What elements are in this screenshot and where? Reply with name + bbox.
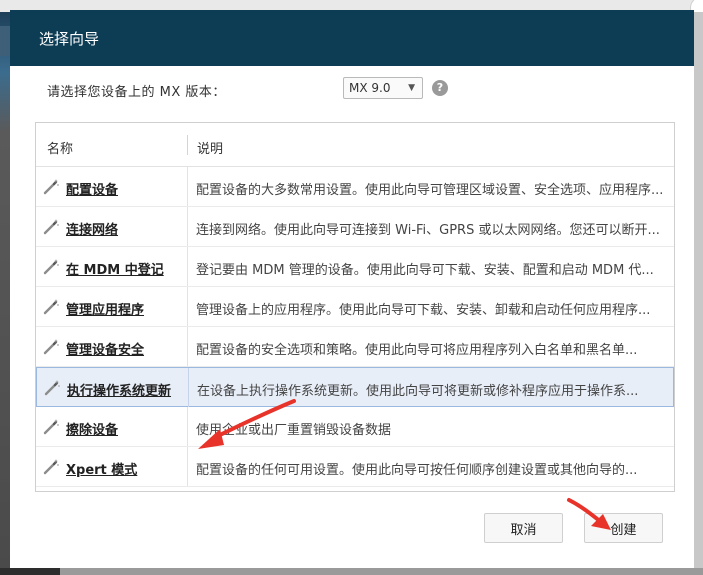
background-window-strip bbox=[0, 26, 10, 56]
magic-wand-icon bbox=[43, 259, 59, 275]
version-row: 请选择您设备上的 MX 版本： MX 9.0 ▼ ? bbox=[10, 76, 694, 102]
wizard-row[interactable]: 连接网络 连接到网络。使用此向导可连接到 Wi-Fi、GPRS 或以太网网络。您还… bbox=[36, 207, 674, 247]
version-label: 请选择您设备上的 MX 版本： bbox=[47, 85, 226, 100]
wizard-description: 连接到网络。使用此向导可连接到 Wi-Fi、GPRS 或以太网网络。您还可以断开… bbox=[196, 223, 660, 238]
wizard-description: 使用企业或出厂重置销毁设备数据 bbox=[196, 423, 392, 438]
wizard-row[interactable]: 管理应用程序 管理设备上的应用程序。使用此向导可下载、安装、卸载和启动任何应用程序… bbox=[36, 287, 674, 327]
column-divider bbox=[187, 287, 188, 326]
magic-wand-icon bbox=[43, 219, 59, 235]
wizard-name-link[interactable]: 执行操作系统更新 bbox=[67, 380, 185, 399]
cancel-button[interactable]: 取消 bbox=[484, 513, 563, 543]
background-window-bottom-dark bbox=[0, 568, 60, 575]
dialog-titlebar: 选择向导 bbox=[10, 10, 694, 66]
wizard-row[interactable]: 擦除设备 使用企业或出厂重置销毁设备数据 bbox=[36, 407, 674, 447]
column-header-description[interactable]: 说明 bbox=[197, 138, 223, 157]
wizard-name-link[interactable]: 连接网络 bbox=[66, 219, 184, 238]
background-window-bottom bbox=[60, 568, 703, 575]
wizard-row[interactable]: 管理设备安全 配置设备的安全选项和策略。使用此向导可将应用程序列入白名单和黑名单.… bbox=[36, 327, 674, 367]
chevron-down-icon: ▼ bbox=[408, 83, 415, 93]
column-divider bbox=[187, 447, 188, 486]
magic-wand-icon bbox=[43, 339, 59, 355]
wizard-row[interactable]: 执行操作系统更新 在设备上执行操作系统更新。使用此向导可将更新或修补程序应用于操作… bbox=[36, 367, 674, 407]
magic-wand-icon bbox=[43, 419, 59, 435]
wizard-name-link[interactable]: Xpert 模式 bbox=[66, 459, 184, 478]
wizard-row[interactable]: Xpert 模式 配置设备的任何可用设置。使用此向导可按任何顺序创建设置或其他向导… bbox=[36, 447, 674, 487]
magic-wand-icon bbox=[43, 299, 59, 315]
column-divider bbox=[187, 135, 188, 155]
wizard-name-link[interactable]: 在 MDM 中登记 bbox=[66, 259, 184, 278]
column-divider bbox=[187, 207, 188, 246]
column-divider bbox=[187, 247, 188, 286]
create-button[interactable]: 创建 bbox=[584, 513, 663, 543]
wizard-name-link[interactable]: 管理应用程序 bbox=[66, 299, 184, 318]
list-body: 配置设备 配置设备的大多数常用设置。使用此向导可管理区域设置、安全选项、应用程序.… bbox=[36, 167, 674, 487]
magic-wand-icon bbox=[43, 459, 59, 475]
wizard-name-link[interactable]: 配置设备 bbox=[66, 179, 184, 198]
mx-version-select[interactable]: MX 9.0 ▼ bbox=[343, 77, 423, 99]
wizard-row[interactable]: 配置设备 配置设备的大多数常用设置。使用此向导可管理区域设置、安全选项、应用程序.… bbox=[36, 167, 674, 207]
column-divider bbox=[187, 407, 188, 446]
wizard-select-dialog: 选择向导 请选择您设备上的 MX 版本： MX 9.0 ▼ ? 名称 说明 配置… bbox=[10, 10, 694, 568]
wizard-description: 配置设备的安全选项和策略。使用此向导可将应用程序列入白名单和黑名单... bbox=[196, 343, 638, 358]
column-header-name[interactable]: 名称 bbox=[47, 138, 73, 157]
magic-wand-icon bbox=[43, 179, 59, 195]
wizard-name-link[interactable]: 擦除设备 bbox=[66, 419, 184, 438]
column-divider bbox=[187, 327, 188, 366]
help-icon[interactable]: ? bbox=[432, 80, 448, 96]
wizard-description: 在设备上执行操作系统更新。使用此向导可将更新或修补程序应用于操作系... bbox=[197, 384, 639, 399]
background-window-right bbox=[694, 12, 703, 575]
column-divider bbox=[187, 167, 188, 206]
wizard-name-link[interactable]: 管理设备安全 bbox=[66, 339, 184, 358]
background-window-left bbox=[0, 12, 10, 575]
list-header: 名称 说明 bbox=[36, 123, 674, 167]
column-divider bbox=[188, 368, 189, 407]
dialog-title: 选择向导 bbox=[39, 29, 100, 48]
wizard-description: 登记要由 MDM 管理的设备。使用此向导可下载、安装、配置和启动 MDM 代..… bbox=[196, 263, 654, 278]
wizard-row[interactable]: 在 MDM 中登记 登记要由 MDM 管理的设备。使用此向导可下载、安装、配置和启… bbox=[36, 247, 674, 287]
mx-version-value: MX 9.0 bbox=[349, 81, 391, 95]
magic-wand-icon bbox=[44, 380, 60, 396]
wizard-description: 配置设备的任何可用设置。使用此向导可按任何顺序创建设置或其他向导的... bbox=[196, 463, 638, 478]
wizard-description: 配置设备的大多数常用设置。使用此向导可管理区域设置、安全选项、应用程序... bbox=[196, 183, 664, 198]
wizard-description: 管理设备上的应用程序。使用此向导可下载、安装、卸载和启动任何应用程序... bbox=[196, 303, 651, 318]
wizard-list: 名称 说明 配置设备 配置设备的大多数常用设置。使用此向导可管理区域设置、安全选项… bbox=[35, 122, 675, 492]
